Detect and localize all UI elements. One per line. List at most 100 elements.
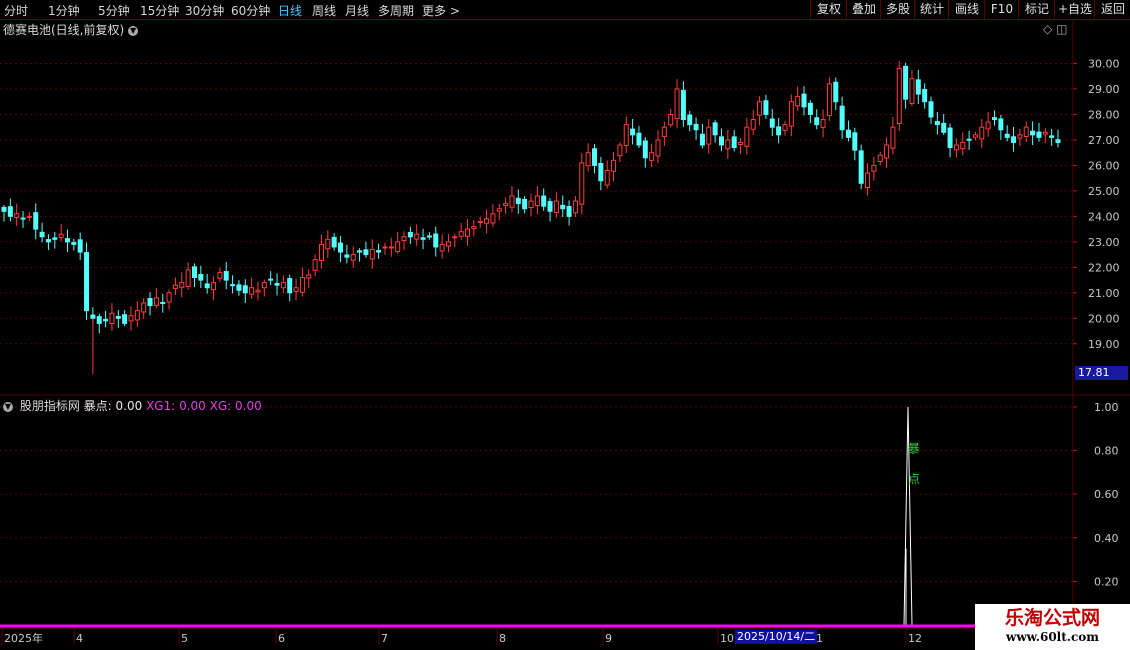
crosshair-date-tag: 2025/10/14/二 (735, 630, 818, 644)
candle-body (439, 243, 445, 252)
price-tick-label: 20.00 (1088, 312, 1120, 325)
candle-body (1017, 134, 1023, 139)
multi-stock-button[interactable]: 多股 (880, 0, 915, 19)
candle-body (185, 269, 191, 287)
candle-body (274, 282, 280, 286)
tab-30min[interactable]: 30分钟 (185, 2, 224, 19)
candle-body (871, 164, 877, 172)
indicator-title[interactable]: ▼ 股朋指标网 暴点: 0.00 XG1: 0.00 XG: 0.00 (3, 397, 262, 414)
candle-body (623, 124, 629, 146)
candle-body (560, 204, 566, 210)
candle-body (7, 206, 13, 217)
candle-body (998, 118, 1004, 131)
candle-body (395, 241, 401, 252)
tab-fenshi[interactable]: 分时 (4, 2, 28, 19)
candle-body (1, 206, 7, 212)
draw-line-button[interactable]: 画线 (948, 0, 985, 19)
chevron-down-icon[interactable]: ▼ (128, 25, 139, 36)
candle-body (376, 250, 382, 253)
candle-body (363, 249, 369, 256)
candle-body (839, 105, 845, 131)
add-watchlist-button[interactable]: +自选 (1054, 0, 1095, 19)
candle-body (45, 239, 51, 243)
f10-button[interactable]: F10 (984, 0, 1019, 19)
time-tick-label: 8 (499, 632, 506, 645)
stock-chart[interactable]: 30.00 29.00 28.00 27.00 26.00 25.00 24.00 23.00… (0, 0, 1130, 650)
time-tick-label: 4 (76, 632, 83, 645)
signal-text-upper: 暴 (908, 442, 920, 456)
candle-body (1030, 130, 1036, 136)
time-tick-label: 9 (605, 632, 612, 645)
price-tick-label: 25.00 (1088, 185, 1120, 198)
candle-body (807, 102, 813, 115)
candle-body (280, 282, 286, 289)
tab-more[interactable]: 更多 > (422, 2, 460, 19)
time-tick-label: 7 (381, 632, 388, 645)
candle-body (426, 235, 432, 238)
candle-body (325, 238, 331, 250)
candle-body (553, 200, 559, 213)
candle-body (661, 126, 667, 137)
candle-body (1011, 136, 1017, 143)
price-tick-label: 29.00 (1088, 83, 1120, 96)
candle-body (414, 233, 420, 240)
candle-body (972, 134, 978, 138)
main-chart-title[interactable]: 德赛电池(日线,前复权) ▼ (3, 21, 141, 38)
candle-body (458, 231, 464, 237)
candle-body (77, 239, 83, 253)
candle-body (490, 213, 496, 224)
candle-body (445, 241, 451, 247)
tab-1min[interactable]: 1分钟 (48, 2, 80, 19)
tab-60min[interactable]: 60分钟 (231, 2, 270, 19)
candle-body (890, 126, 896, 149)
candle-body (649, 152, 655, 161)
mark-button[interactable]: 标记 (1018, 0, 1055, 19)
candle-body (718, 136, 724, 146)
candle-body (306, 274, 312, 279)
candle-body (198, 274, 204, 281)
panel-toggle-icon[interactable]: ◫ (1056, 22, 1067, 36)
tab-weekly[interactable]: 周线 (312, 2, 336, 19)
price-tick-label: 21.00 (1088, 287, 1120, 300)
candle-body (141, 302, 147, 313)
signal-text-lower: 点 (908, 472, 920, 486)
candle-body (134, 310, 140, 321)
candle-body (852, 132, 858, 151)
time-tick-label: 12 (908, 632, 922, 645)
tab-multi-period[interactable]: 多周期 (378, 2, 414, 19)
candle-body (318, 243, 324, 261)
candle-body (331, 236, 337, 248)
candle-body (236, 284, 242, 291)
candle-body (896, 68, 902, 124)
candle-body (64, 238, 70, 243)
period-toolbar: 分时 1分钟 5分钟 15分钟 30分钟 60分钟 日线 周线 月线 多周期 更… (0, 0, 1130, 20)
candle-body (953, 144, 959, 151)
candle-body (668, 113, 674, 126)
candle-body (382, 246, 388, 249)
overlay-button[interactable]: 叠加 (846, 0, 881, 19)
candle-body (496, 208, 502, 212)
tab-5min[interactable]: 5分钟 (98, 2, 130, 19)
indicator-tick-label: 0.40 (1094, 532, 1119, 545)
candle-body (922, 89, 928, 103)
tab-15min[interactable]: 15分钟 (140, 2, 179, 19)
candle-body (909, 78, 915, 104)
stats-button[interactable]: 统计 (914, 0, 949, 19)
candle-body (58, 233, 64, 238)
candle-body (160, 301, 166, 304)
watermark-title: 乐淘公式网 (1004, 607, 1100, 629)
indicator-tick-label: 1.00 (1094, 401, 1119, 414)
back-button[interactable]: 返回 (1094, 0, 1130, 19)
price-tick-label: 23.00 (1088, 236, 1120, 249)
tab-monthly[interactable]: 月线 (345, 2, 369, 19)
diamond-icon[interactable]: ◇ (1043, 22, 1052, 36)
chevron-right-icon: > (449, 4, 460, 18)
candle-body (52, 237, 58, 240)
candle-body (204, 283, 210, 289)
chevron-down-icon[interactable]: ▼ (3, 401, 13, 412)
candle-body (484, 218, 490, 224)
candle-body (757, 101, 763, 116)
candle-body (731, 136, 737, 149)
fuquan-button[interactable]: 复权 (810, 0, 847, 19)
tab-daily[interactable]: 日线 (278, 2, 302, 19)
